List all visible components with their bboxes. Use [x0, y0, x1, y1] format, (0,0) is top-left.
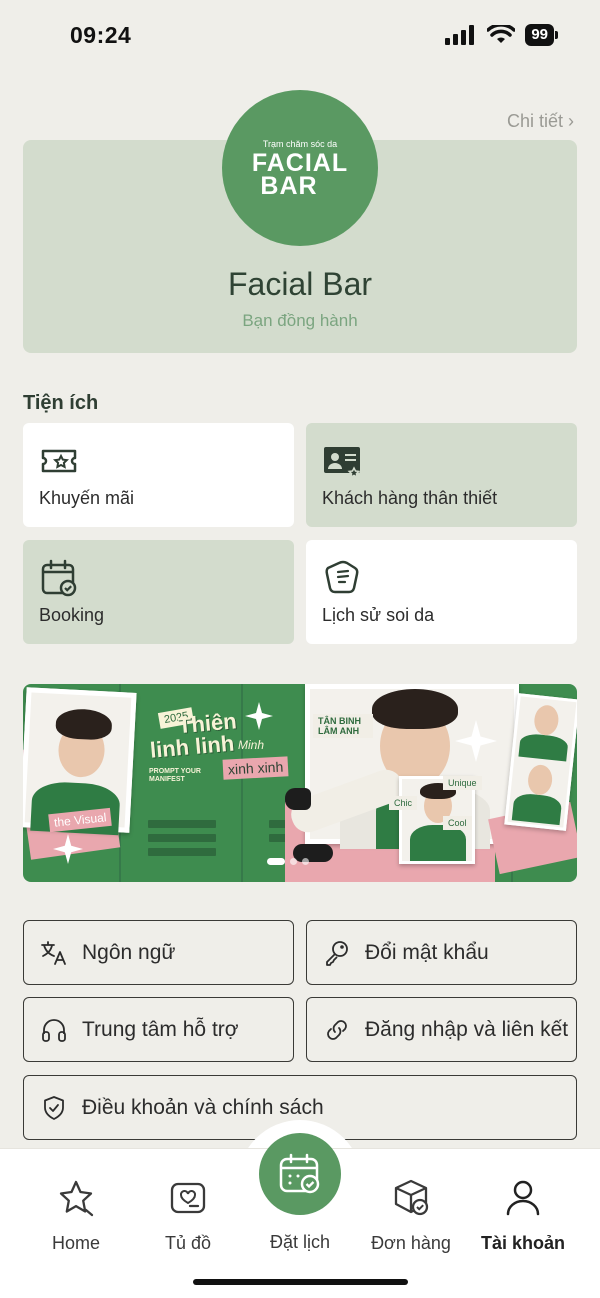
setting-label: Đổi mật khẩu: [365, 940, 489, 964]
nav-label: Home: [51, 1233, 100, 1253]
locker-vent: [148, 820, 216, 828]
status-bar: 09:24 99: [0, 0, 600, 72]
language-button[interactable]: Ngôn ngữ: [23, 920, 294, 985]
setting-label: Trung tâm hỗ trợ: [82, 1017, 239, 1041]
nav-wardrobe[interactable]: Tủ đồ: [133, 1178, 243, 1254]
logo-tagline: Trạm chăm sóc da: [262, 138, 338, 149]
carousel-dot[interactable]: [302, 858, 309, 865]
locker-vent: [148, 834, 216, 842]
key-icon: [326, 940, 348, 966]
promo-banner[interactable]: the Visual 2025 Thiên linh linh Minh xin…: [23, 684, 577, 882]
tile-label: Lịch sử soi da: [322, 605, 435, 625]
banner-tag-tanbinh: TÂN BINH LÂM ANH: [313, 714, 373, 738]
banner-title-line2: linh linh: [148, 730, 236, 763]
support-center-button[interactable]: Trung tâm hỗ trợ: [23, 997, 294, 1062]
locker-divider: [241, 684, 243, 882]
sparkle-icon: [245, 702, 273, 730]
logo-wordmark-line2: BAR: [260, 171, 318, 200]
status-icons: 99: [445, 24, 558, 46]
banner-tag-minh: Minh: [238, 738, 265, 752]
wifi-icon: [487, 25, 516, 43]
brand-logo: Trạm chăm sóc da FACIAL BAR: [222, 90, 378, 246]
banner-tag-prompt: PROMPT YOUR MANIFEST: [149, 768, 201, 783]
calendar-check-icon: [41, 559, 77, 597]
person-jacket: [511, 792, 563, 826]
cellular-signal-icon: [445, 25, 475, 45]
carousel-dot[interactable]: [267, 858, 285, 865]
person-jacket: [518, 732, 569, 762]
nav-orders[interactable]: Đơn hàng: [356, 1178, 466, 1254]
change-password-button[interactable]: Đổi mật khẩu: [306, 920, 577, 985]
battery-indicator: 99: [525, 24, 558, 46]
setting-label: Điều khoản và chính sách: [82, 1095, 324, 1119]
tile-label: Booking: [39, 605, 105, 625]
banner-tag-unique: Unique: [443, 776, 482, 790]
carousel-dots: [267, 858, 309, 865]
headphones-icon: [42, 1018, 66, 1042]
nav-label: Đơn hàng: [371, 1233, 451, 1253]
banner-tag-xinh: xinh xinh: [222, 756, 289, 780]
banner-title: Thiên linh linh: [147, 708, 239, 763]
shield-check-icon: [44, 1095, 64, 1120]
tile-label: Khách hàng thân thiết: [322, 488, 498, 508]
tile-promotions[interactable]: Khuyến mãi: [23, 423, 294, 527]
person-face: [532, 704, 560, 737]
person-jacket: [410, 825, 466, 861]
sparkle-icon: [455, 720, 497, 762]
member-card-icon: [324, 447, 361, 479]
setting-label: Đăng nhập và liên kết: [365, 1017, 569, 1041]
link-icon: [327, 1019, 347, 1040]
tile-label: Khuyến mãi: [39, 488, 135, 508]
wardrobe-icon: [170, 1182, 206, 1214]
utilities-title: Tiện ích: [23, 392, 99, 414]
nav-label-booking[interactable]: Đặt lịch: [245, 1232, 355, 1253]
brand-subtitle: Bạn đồng hành: [242, 311, 358, 330]
locker-vent: [148, 848, 216, 856]
tile-loyalty[interactable]: Khách hàng thân thiết: [306, 423, 577, 527]
detail-link[interactable]: Chi tiết ›: [507, 111, 574, 132]
person-hair: [55, 707, 113, 741]
login-link-button[interactable]: Đăng nhập và liên kết: [306, 997, 577, 1062]
nav-label: Tủ đồ: [164, 1233, 212, 1253]
box-icon: [394, 1179, 429, 1216]
tile-booking[interactable]: Booking: [23, 540, 294, 644]
photo-strip: [504, 693, 577, 831]
star-icon: [59, 1180, 94, 1217]
setting-label: Ngôn ngữ: [82, 940, 176, 964]
tile-skin-history[interactable]: Lịch sử soi da: [306, 540, 577, 644]
nav-account[interactable]: Tài khoản: [468, 1178, 578, 1254]
nav-label: Tài khoản: [480, 1233, 565, 1253]
translate-icon: [41, 940, 66, 965]
banner-tag-cool: Cool: [443, 816, 472, 830]
person-hair: [372, 689, 458, 729]
carousel-dot[interactable]: [290, 858, 297, 865]
nav-booking-button[interactable]: [259, 1133, 341, 1215]
home-indicator[interactable]: [193, 1279, 408, 1285]
nav-home[interactable]: Home: [21, 1178, 131, 1254]
banner-tag-chic: Chic: [389, 796, 418, 810]
person-shoe: [285, 788, 311, 810]
user-icon: [506, 1180, 540, 1216]
voucher-icon: [41, 449, 77, 473]
calendar-icon: [279, 1153, 320, 1194]
status-time: 09:24: [70, 22, 132, 48]
sparkle-icon: [53, 834, 83, 864]
skin-scan-icon: [325, 560, 359, 594]
brand-name: Facial Bar: [227, 266, 373, 302]
person-face: [526, 763, 554, 797]
